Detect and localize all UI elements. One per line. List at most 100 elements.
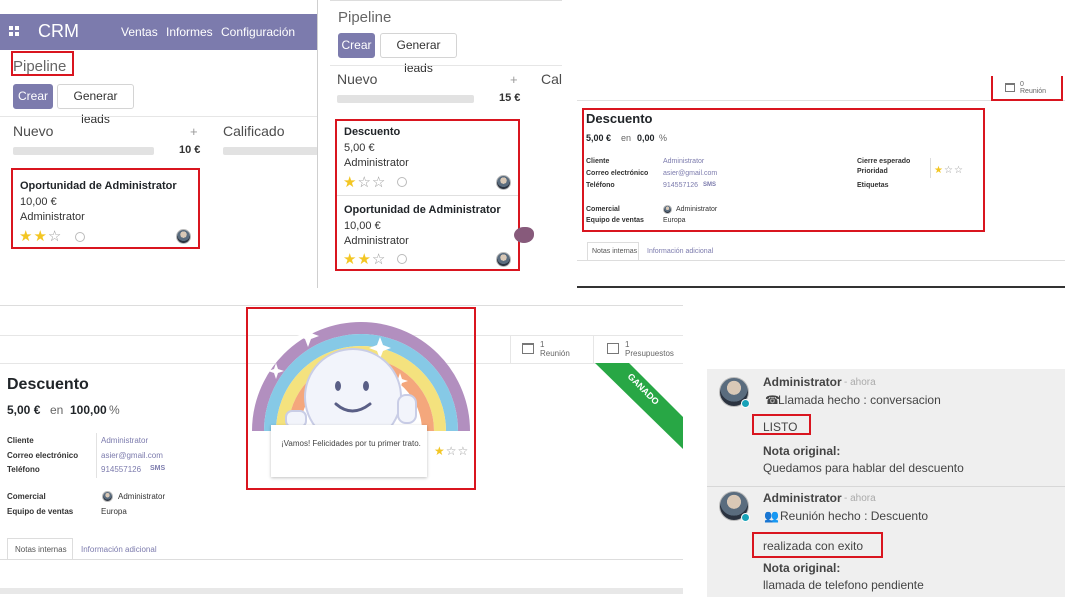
priority-stars[interactable]: ★☆☆ bbox=[934, 166, 964, 176]
sms-button[interactable]: SMS bbox=[703, 182, 716, 188]
priority-stars[interactable]: ★☆☆ bbox=[343, 175, 386, 190]
star-empty-icon[interactable]: ☆ bbox=[48, 228, 62, 245]
field-label: Prioridad bbox=[857, 168, 888, 175]
star-empty-icon[interactable]: ☆ bbox=[954, 165, 964, 176]
column-title-nuevo: Nuevo bbox=[13, 123, 54, 139]
probability[interactable]: 0,00 bbox=[637, 133, 655, 143]
star-empty-icon[interactable]: ☆ bbox=[372, 174, 386, 191]
edit-icon[interactable] bbox=[607, 343, 619, 354]
menu-configuracion[interactable]: Configuración bbox=[221, 25, 295, 39]
tab-informacion-adicional[interactable]: Información adicional bbox=[647, 248, 713, 255]
field-label: Teléfono bbox=[586, 182, 615, 189]
calendar-icon[interactable] bbox=[1005, 83, 1015, 92]
app-brand[interactable]: CRM bbox=[38, 21, 79, 42]
field-label: Etiquetas bbox=[857, 182, 889, 189]
field-label: Correo electrónico bbox=[586, 170, 649, 177]
tab-notas-internas[interactable]: Notas internas bbox=[592, 248, 637, 255]
field-label: Teléfono bbox=[7, 465, 40, 474]
celebration-message: ¡Vamos! Felicidades por tu primer trato. bbox=[281, 439, 421, 448]
sms-button[interactable]: SMS bbox=[150, 465, 165, 472]
chatter-messages-panel: Administrator - ahora ☎ Llamada hecho : … bbox=[707, 369, 1065, 597]
column-title-nuevo: Nuevo bbox=[337, 71, 378, 87]
calendar-icon[interactable] bbox=[522, 343, 534, 354]
original-note: Quedamos para hablar del descuento bbox=[763, 461, 964, 475]
star-filled-icon[interactable]: ★ bbox=[343, 174, 357, 191]
menu-ventas[interactable]: Ventas bbox=[121, 25, 158, 39]
card-title[interactable]: Oportunidad de Administrator bbox=[344, 204, 501, 216]
probability[interactable]: 100,00 bbox=[70, 403, 107, 417]
star-filled-icon[interactable]: ★ bbox=[934, 165, 944, 176]
generate-leads-button[interactable]: Generar leads bbox=[380, 33, 457, 75]
star-empty-icon[interactable]: ☆ bbox=[357, 174, 371, 191]
customer-field[interactable]: Administrator bbox=[663, 158, 704, 165]
message-activity: Llamada hecho : conversacion bbox=[778, 393, 941, 407]
highlight-box bbox=[11, 51, 74, 76]
won-lead-form-panel: 1 Reunión 1 Presupuestos GANADO Descuent… bbox=[0, 305, 683, 597]
star-filled-icon[interactable]: ★ bbox=[33, 228, 47, 245]
column-sum: 10 € bbox=[179, 144, 201, 156]
tab-informacion-adicional[interactable]: Información adicional bbox=[81, 545, 157, 554]
avatar bbox=[176, 229, 191, 244]
field-label: Comercial bbox=[586, 206, 620, 213]
column-progress-bar[interactable] bbox=[223, 147, 317, 155]
salesperson-field[interactable]: Administrator bbox=[118, 492, 165, 501]
create-button[interactable]: Crear bbox=[338, 33, 375, 58]
message-author[interactable]: Administrator bbox=[763, 491, 842, 505]
expected-revenue[interactable]: 5,00 € bbox=[7, 403, 40, 417]
lead-title[interactable]: Descuento bbox=[586, 111, 652, 126]
tab-notas-internas[interactable]: Notas internas bbox=[15, 545, 67, 554]
meeting-label[interactable]: Reunión bbox=[1020, 88, 1046, 95]
revenue-in: en bbox=[621, 133, 632, 143]
phone-field[interactable]: 914557126 bbox=[101, 465, 141, 474]
email-field[interactable]: asier@gmail.com bbox=[663, 170, 717, 177]
column-progress-bar[interactable] bbox=[13, 147, 154, 155]
drag-handle-blob[interactable] bbox=[514, 227, 534, 243]
activity-clock-icon[interactable] bbox=[397, 177, 407, 187]
message-activity: Reunión hecho : Descuento bbox=[780, 509, 929, 523]
card-amount: 10,00 € bbox=[344, 220, 381, 232]
lead-title[interactable]: Descuento bbox=[7, 376, 89, 394]
sales-team-field[interactable]: Europa bbox=[101, 507, 127, 516]
create-button[interactable]: Crear bbox=[13, 84, 53, 109]
star-filled-icon[interactable]: ★ bbox=[19, 228, 33, 245]
message-author[interactable]: Administrator bbox=[763, 375, 842, 389]
original-note-label: Nota original: bbox=[763, 561, 841, 575]
won-ribbon: GANADO bbox=[595, 363, 683, 449]
quotations-label[interactable]: Presupuestos bbox=[625, 349, 674, 358]
apps-menu-icon[interactable] bbox=[9, 26, 19, 36]
message-time: - ahora bbox=[844, 493, 876, 504]
card-owner: Administrator bbox=[344, 157, 409, 169]
generate-leads-button[interactable]: Generar leads bbox=[57, 84, 134, 126]
avatar bbox=[496, 175, 511, 190]
customer-field[interactable]: Administrator bbox=[101, 436, 148, 445]
activity-clock-icon[interactable] bbox=[75, 232, 85, 242]
activity-clock-icon[interactable] bbox=[397, 254, 407, 264]
meeting-count[interactable]: 1 bbox=[540, 340, 544, 349]
quotations-count[interactable]: 1 bbox=[625, 340, 629, 349]
column-title-calificado: Cali bbox=[541, 71, 562, 87]
users-icon: 👥 bbox=[764, 509, 779, 523]
menu-informes[interactable]: Informes bbox=[166, 25, 213, 39]
avatar bbox=[496, 252, 511, 267]
expected-revenue[interactable]: 5,00 € bbox=[586, 133, 611, 143]
meeting-label[interactable]: Reunión bbox=[540, 349, 570, 358]
priority-stars[interactable]: ★★☆ bbox=[19, 229, 62, 244]
field-label: Comercial bbox=[7, 492, 46, 501]
star-filled-icon[interactable]: ★ bbox=[357, 251, 371, 268]
card-title[interactable]: Oportunidad de Administrator bbox=[20, 180, 177, 192]
email-field[interactable]: asier@gmail.com bbox=[101, 451, 163, 460]
add-card-icon[interactable]: + bbox=[190, 124, 198, 139]
phone-field[interactable]: 914557126 bbox=[663, 182, 698, 189]
priority-stars[interactable]: ★★☆ bbox=[343, 252, 386, 267]
add-card-icon[interactable]: + bbox=[510, 72, 518, 87]
star-empty-icon[interactable]: ☆ bbox=[944, 165, 954, 176]
meeting-count[interactable]: 0 bbox=[1020, 81, 1024, 88]
column-progress-bar[interactable] bbox=[337, 95, 474, 103]
star-filled-icon[interactable]: ★ bbox=[343, 251, 357, 268]
sales-team-field[interactable]: Europa bbox=[663, 217, 686, 224]
crm-pipeline-panel-1: CRM Ventas Informes Configuración Pipeli… bbox=[0, 0, 318, 288]
card-title[interactable]: Descuento bbox=[344, 126, 400, 138]
field-label: Cliente bbox=[586, 158, 610, 165]
star-empty-icon[interactable]: ☆ bbox=[372, 251, 386, 268]
salesperson-field[interactable]: Administrator bbox=[676, 206, 717, 213]
